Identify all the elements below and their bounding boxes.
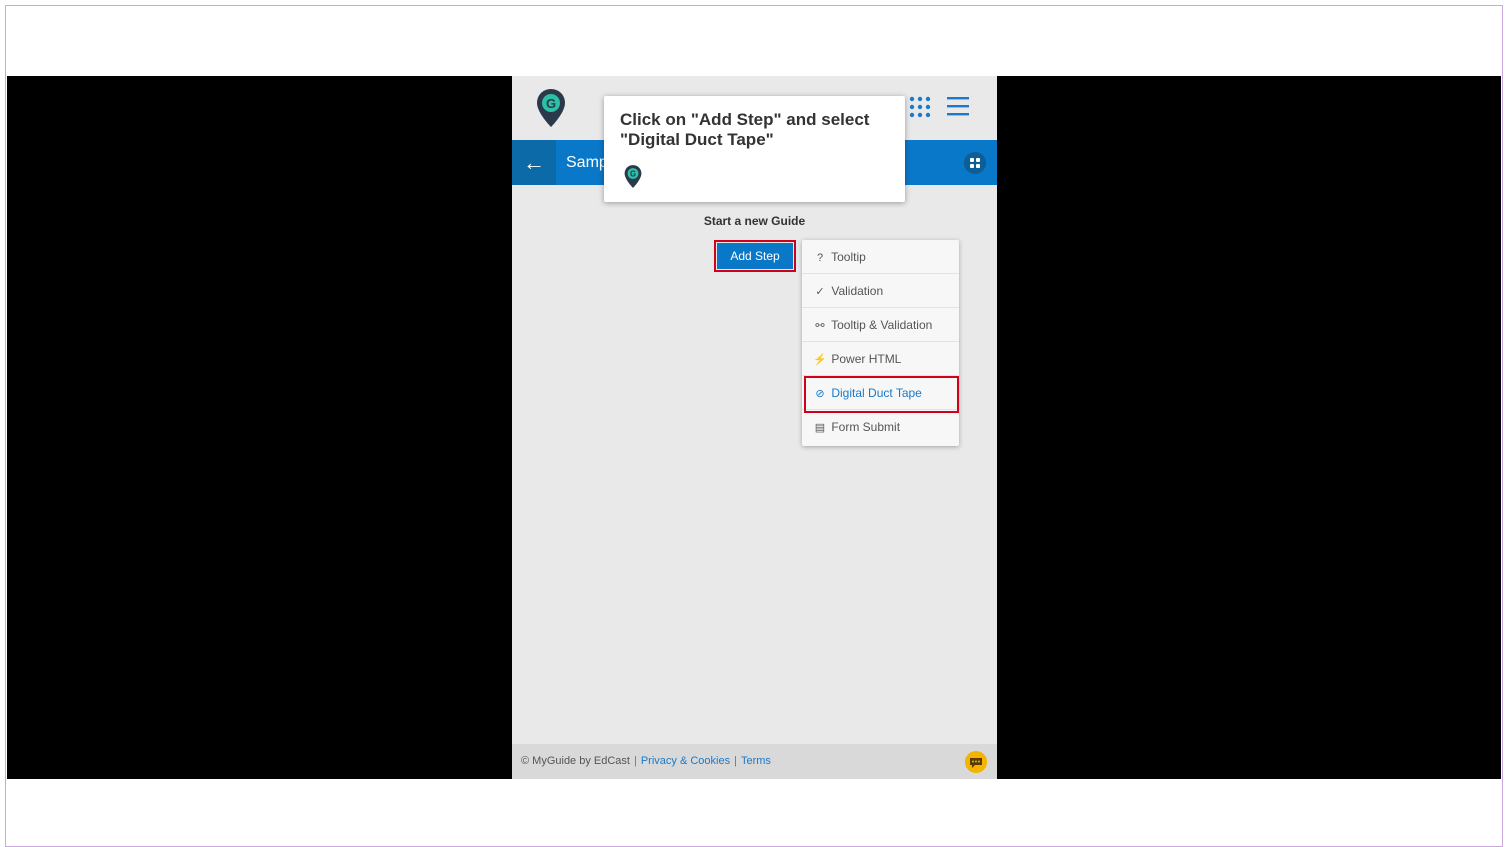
guide-tooltip: Click on "Add Step" and select "Digital … <box>604 96 905 202</box>
svg-text:G: G <box>546 96 556 111</box>
question-circle-icon: ? <box>816 252 824 264</box>
copyright-text: © MyGuide by EdCast <box>521 755 630 767</box>
start-guide-label: Start a new Guide <box>703 214 806 228</box>
terms-link[interactable]: Terms <box>741 755 771 767</box>
nav-title: Samp <box>566 154 608 171</box>
grid-toggle-icon[interactable] <box>964 152 986 174</box>
footer-separator: | <box>734 755 737 767</box>
menu-item-label: Form Submit <box>831 420 901 434</box>
hamburger-menu-icon[interactable] <box>947 96 969 116</box>
menu-item-tooltip-validation[interactable]: ⚯ Tooltip & Validation <box>802 308 959 342</box>
footer: © MyGuide by EdCast | Privacy & Cookies | Te… <box>512 744 997 779</box>
menu-item-form-submit[interactable]: ▤ Form Submit <box>802 410 959 444</box>
lightning-icon: ⚡ <box>813 354 827 366</box>
link-icon: ⚯ <box>815 320 825 332</box>
menu-item-label: Tooltip <box>831 250 866 264</box>
menu-item-label: Power HTML <box>831 352 902 366</box>
svg-text:G: G <box>630 170 636 179</box>
chat-check-icon: ✓ <box>815 286 825 298</box>
chat-bubble-icon[interactable] <box>965 751 987 773</box>
privacy-link[interactable]: Privacy & Cookies <box>641 755 730 767</box>
footer-separator: | <box>633 755 637 767</box>
menu-item-label: Tooltip & Validation <box>831 318 933 332</box>
step-type-dropdown: ? Tooltip ✓ Validation ⚯ Tooltip & Valid… <box>802 240 959 446</box>
menu-item-tooltip[interactable]: ? Tooltip <box>802 240 959 274</box>
menu-item-power-html[interactable]: ⚡ Power HTML <box>802 342 959 376</box>
menu-item-validation[interactable]: ✓ Validation <box>802 274 959 308</box>
add-step-button[interactable]: Add Step <box>717 243 793 269</box>
myguide-logo-icon: G <box>624 165 642 188</box>
myguide-logo-icon: G <box>537 89 565 127</box>
digital-duct-tape-highlight <box>804 376 959 413</box>
apps-grid-icon[interactable] <box>909 96 931 118</box>
form-icon: ▤ <box>814 422 826 434</box>
menu-item-label: Validation <box>831 284 884 298</box>
back-arrow-icon[interactable]: ← <box>512 140 556 185</box>
tooltip-text: Click on "Add Step" and select "Digital … <box>620 110 870 149</box>
